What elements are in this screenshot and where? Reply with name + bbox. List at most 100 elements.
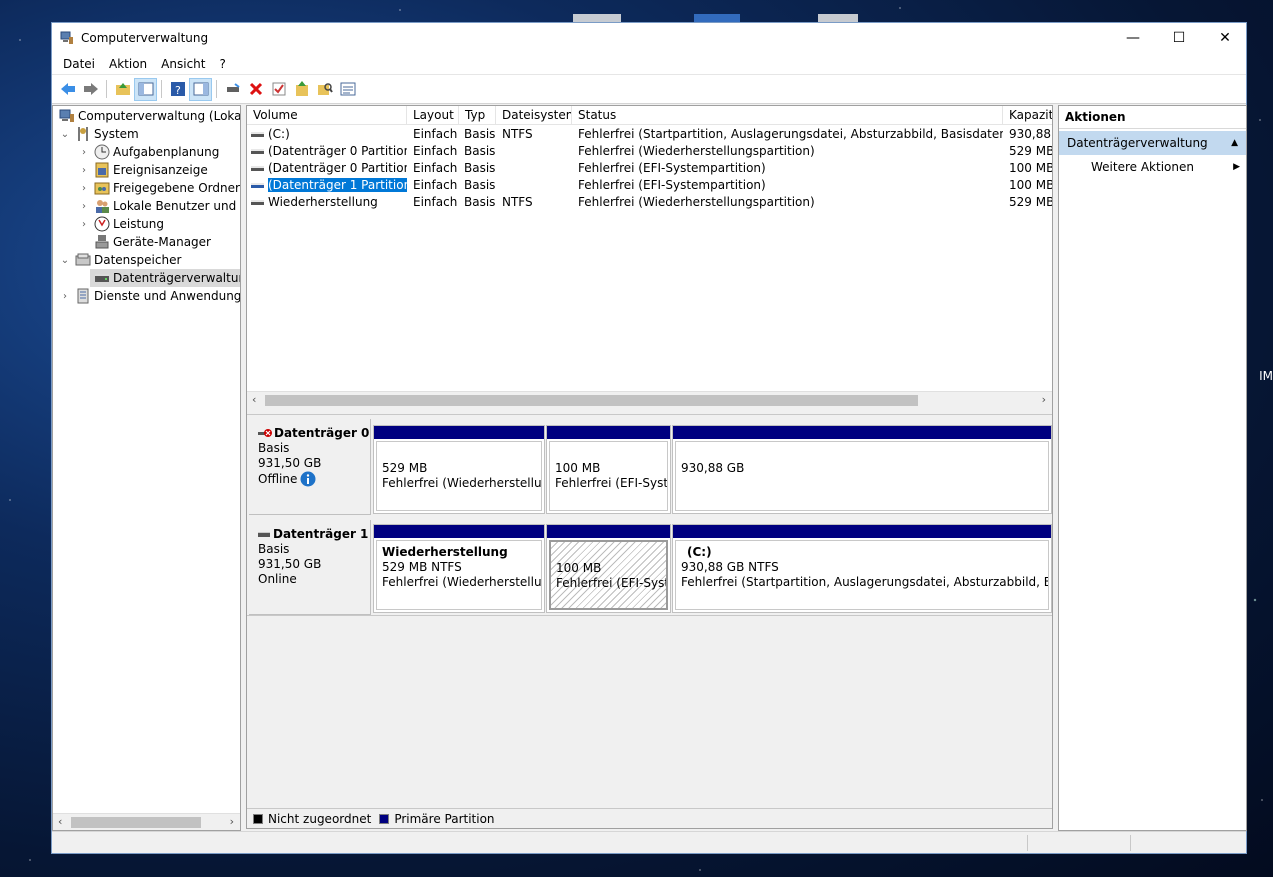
table-row[interactable]: (Datenträger 0 Partition 1) Einfach Basi… [247, 143, 1052, 160]
partition-disk0-main[interactable]: 930,88 GB [672, 425, 1052, 514]
tree-item-freigegebene-ordner[interactable]: › Freigegebene Ordner [78, 179, 240, 197]
partition-title [555, 446, 667, 461]
menu-aktion[interactable]: Aktion [102, 57, 154, 71]
disk-0-header[interactable]: Datenträger 0 Basis 931,50 GB Offline [249, 419, 371, 515]
tree-item-root[interactable]: Computerverwaltung (Lokal) [55, 107, 240, 125]
show-hide-action-pane-icon[interactable] [189, 77, 212, 101]
partition-status: Fehlerfrei (EFI-Systempartition) [555, 476, 668, 490]
scroll-right-icon[interactable]: › [1042, 393, 1046, 406]
chevron-right-icon[interactable]: › [59, 291, 71, 302]
column-header-kapazitaet[interactable]: Kapazität [1003, 106, 1052, 125]
menu-datei[interactable]: Datei [56, 57, 102, 71]
chevron-right-icon[interactable]: › [78, 201, 90, 212]
maximize-button[interactable]: ☐ [1156, 23, 1202, 53]
partition-disk0-recovery[interactable]: 529 MB Fehlerfrei (Wiederherstellungspar… [373, 425, 545, 514]
desktop-ghost-window [694, 14, 740, 22]
tree-item-datentraegerverwaltung[interactable]: Datenträgerverwaltung [90, 269, 240, 287]
tree-label: Datenspeicher [94, 253, 182, 267]
info-icon[interactable] [300, 471, 316, 487]
minimize-button[interactable]: — [1110, 23, 1156, 53]
cell-kapazitaet: 529 MB [1009, 144, 1053, 158]
legend: Nicht zugeordnet Primäre Partition [247, 808, 1052, 828]
chevron-down-icon[interactable]: ⌄ [59, 255, 71, 266]
disk-name: Datenträger 1 [273, 527, 369, 541]
scrollbar-thumb[interactable] [265, 395, 918, 406]
toolbar-separator [161, 80, 162, 98]
search-folder-icon[interactable] [313, 78, 336, 101]
disk-management-icon [94, 270, 110, 286]
partition-title [556, 546, 666, 561]
tree-item-aufgabenplanung[interactable]: › Aufgabenplanung [78, 143, 219, 161]
disk-1-header[interactable]: Datenträger 1 Basis 931,50 GB Online [249, 520, 371, 615]
cell-volume: (Datenträger 1 Partition 2) [266, 177, 407, 193]
up-folder-icon[interactable] [111, 78, 134, 101]
cell-status: Fehlerfrei (Startpartition, Auslagerungs… [578, 127, 1003, 141]
computer-management-icon [60, 31, 73, 44]
partition-status: Fehlerfrei (EFI-Systempartition) [556, 576, 666, 590]
scroll-right-icon[interactable]: › [230, 815, 234, 828]
partition-disk0-efi[interactable]: 100 MB Fehlerfrei (EFI-Systempartition) [546, 425, 671, 514]
tree-label: Leistung [113, 217, 164, 231]
chevron-right-icon[interactable]: › [78, 165, 90, 176]
back-arrow-icon[interactable] [56, 78, 79, 101]
tree-item-ereignisanzeige[interactable]: › Ereignisanzeige [78, 161, 208, 179]
tree-item-lokale-benutzer[interactable]: › Lokale Benutzer und Gruppen [78, 197, 240, 215]
collapse-up-icon[interactable]: ▲ [1231, 131, 1238, 155]
menu-help[interactable]: ? [212, 57, 232, 71]
connect-disk-icon[interactable] [221, 78, 244, 101]
cell-kapazitaet: 100 MB [1009, 161, 1053, 175]
menu-ansicht[interactable]: Ansicht [154, 57, 212, 71]
title-bar[interactable]: Computerverwaltung — ☐ ✕ [52, 23, 1246, 53]
tree-item-dienste[interactable]: › Dienste und Anwendungen [59, 287, 240, 305]
column-header-typ[interactable]: Typ [459, 106, 496, 125]
partition-disk1-recovery[interactable]: Wiederherstellung 529 MB NTFS Fehlerfrei… [373, 524, 545, 613]
scrollbar-thumb[interactable] [71, 817, 201, 828]
tree-label: Datenträgerverwaltung [113, 271, 241, 285]
table-row[interactable]: Wiederherstellung Einfach Basis NTFS Feh… [247, 194, 1052, 211]
splitter[interactable] [247, 409, 1052, 415]
disk-list-view-icon[interactable] [336, 78, 359, 101]
cell-dateisystem: NTFS [502, 127, 533, 141]
menu-bar: Datei Aktion Ansicht ? [52, 53, 1246, 74]
scroll-left-icon[interactable]: ‹ [58, 815, 62, 828]
volume-horizontal-scrollbar[interactable]: ‹ › [247, 391, 1052, 409]
status-bar [52, 831, 1246, 853]
table-row[interactable]: (C:) Einfach Basis NTFS Fehlerfrei (Star… [247, 126, 1052, 143]
close-button[interactable]: ✕ [1202, 23, 1248, 53]
actions-pane: Aktionen Datenträgerverwaltung ▲ Weitere… [1058, 105, 1247, 831]
column-header-volume[interactable]: Volume [247, 106, 407, 125]
table-row-selected[interactable]: (Datenträger 1 Partition 2) Einfach Basi… [247, 177, 1052, 194]
table-row[interactable]: (Datenträger 0 Partition 2) Einfach Basi… [247, 160, 1052, 177]
tree-item-system[interactable]: ⌄ System [59, 125, 139, 143]
toolbar-separator [216, 80, 217, 98]
column-header-layout[interactable]: Layout [407, 106, 459, 125]
tree-item-datenspeicher[interactable]: ⌄ Datenspeicher [59, 251, 182, 269]
properties-check-icon[interactable] [267, 78, 290, 101]
tree-horizontal-scrollbar[interactable]: ‹ › [53, 813, 240, 830]
column-header-status[interactable]: Status [572, 106, 1003, 125]
device-manager-icon [94, 234, 110, 250]
tree-item-leistung[interactable]: › Leistung [78, 215, 164, 233]
tree-item-geraete-manager[interactable]: Geräte-Manager [90, 233, 211, 251]
partition-disk1-c[interactable]: (C:) 930,88 GB NTFS Fehlerfrei (Startpar… [672, 524, 1052, 613]
help-icon[interactable]: ? [166, 78, 189, 101]
action-more-actions[interactable]: Weitere Aktionen ▶ [1059, 155, 1246, 179]
partition-disk1-efi-selected[interactable]: 100 MB Fehlerfrei (EFI-Systempartition) [546, 524, 671, 613]
chevron-down-icon[interactable]: ⌄ [59, 129, 71, 140]
actions-header: Aktionen [1059, 106, 1246, 129]
chevron-right-icon[interactable]: › [78, 183, 90, 194]
chevron-right-icon[interactable]: › [78, 147, 90, 158]
forward-arrow-icon[interactable] [79, 78, 102, 101]
scroll-left-icon[interactable]: ‹ [252, 393, 256, 406]
tree-label: Ereignisanzeige [113, 163, 208, 177]
window-title: Computerverwaltung [81, 31, 209, 45]
cell-layout: Einfach [413, 195, 458, 209]
cell-volume: (Datenträger 0 Partition 2) [268, 161, 407, 175]
cell-volume: Wiederherstellung [268, 195, 378, 209]
column-header-dateisystem[interactable]: Dateisystem [496, 106, 572, 125]
show-hide-console-tree-icon[interactable] [134, 77, 157, 101]
chevron-right-icon[interactable]: › [78, 219, 90, 230]
actions-section-disk-management[interactable]: Datenträgerverwaltung ▲ [1059, 131, 1246, 155]
delete-icon[interactable] [244, 78, 267, 101]
export-list-icon[interactable] [290, 78, 313, 101]
